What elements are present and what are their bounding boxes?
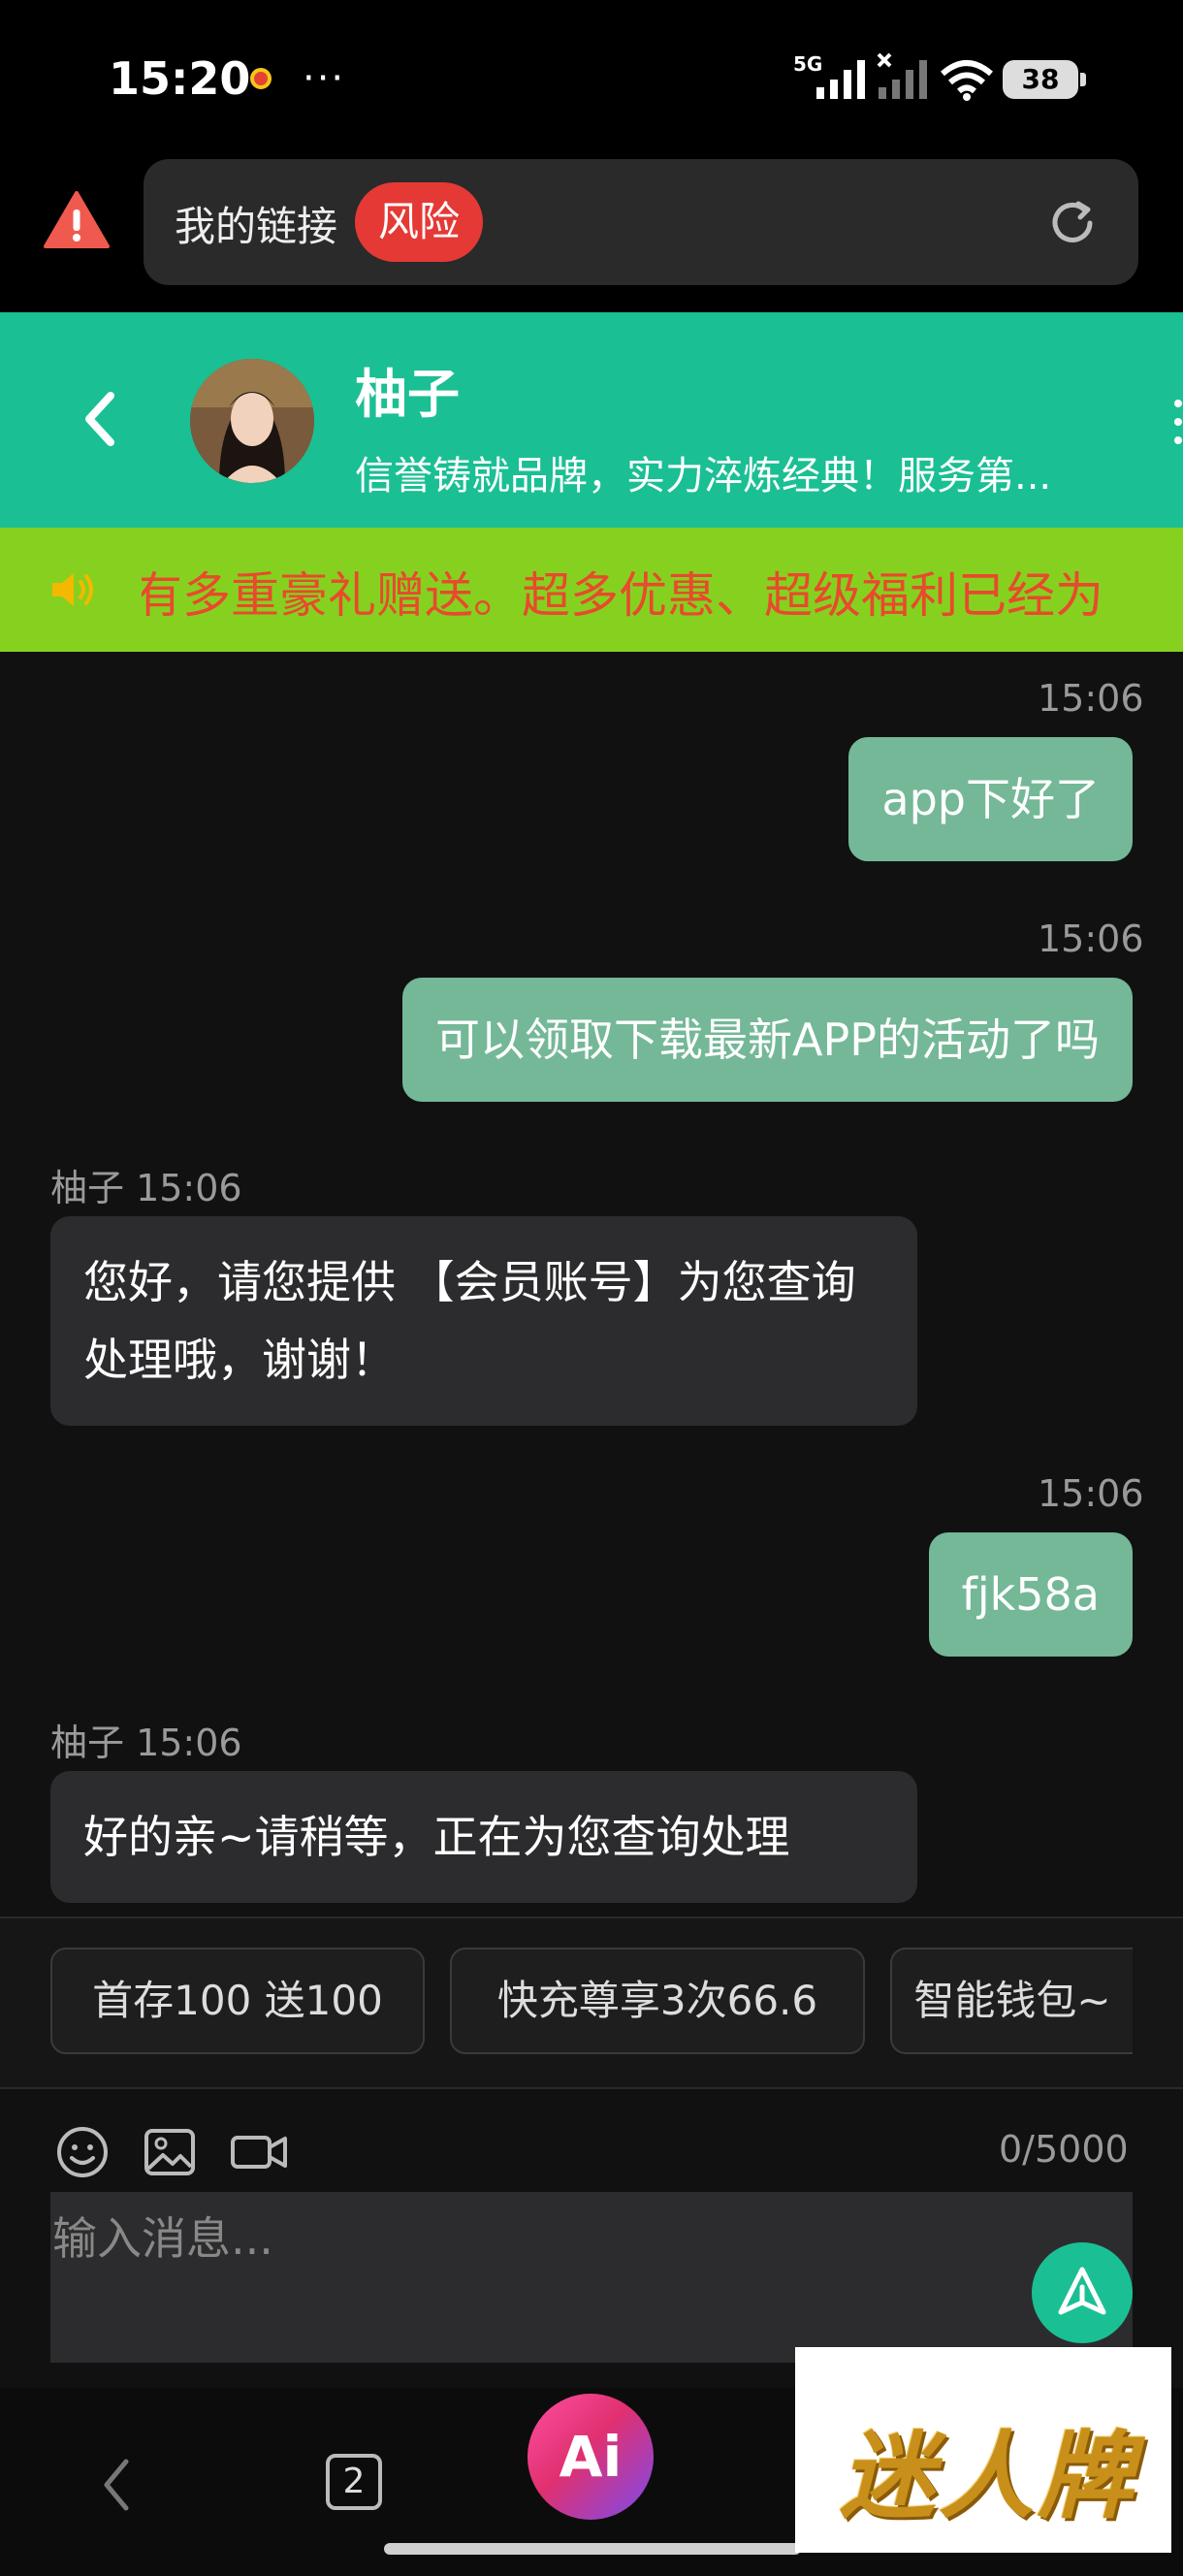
wifi-icon (941, 60, 993, 101)
speaker-icon (52, 573, 93, 606)
nav-back-icon[interactable] (97, 2456, 136, 2514)
more-icon[interactable] (1173, 398, 1183, 446)
back-icon[interactable] (78, 388, 124, 450)
announcement-marquee: 有多重豪礼赠送。超多优惠、超级福利已经为 (0, 528, 1183, 652)
outgoing-message[interactable]: app下好了 (848, 737, 1133, 861)
sender-time: 柚子 15:06 (50, 1722, 242, 1764)
url-text: 我的链接 (175, 203, 338, 250)
home-indicator[interactable] (384, 2543, 801, 2555)
char-count: 0/5000 (999, 2128, 1129, 2171)
quick-reply-chip[interactable]: 首存100 送100 (50, 1948, 425, 2054)
marquee-text: 有多重豪礼赠送。超多优惠、超级福利已经为 (142, 567, 1103, 624)
avatar[interactable] (190, 359, 314, 483)
watermark: 迷人牌 (795, 2347, 1171, 2553)
composer: 0/5000 (0, 2089, 1183, 2388)
signal-no-service-icon (877, 52, 927, 99)
sender-time: 柚子 15:06 (50, 1167, 242, 1209)
send-button[interactable] (1032, 2242, 1133, 2343)
message-time: 15:06 (1038, 918, 1144, 960)
status-time: 15:20 (109, 52, 251, 105)
quick-reply-chip[interactable]: 智能钱包~ (890, 1948, 1133, 2054)
warning-icon[interactable] (43, 190, 111, 250)
notification-app-icon (250, 68, 272, 89)
watermark-text: 迷人牌 (840, 2422, 1137, 2532)
risk-badge: 风险 (355, 182, 483, 262)
image-icon[interactable] (142, 2124, 198, 2180)
refresh-icon[interactable] (1045, 196, 1100, 250)
incoming-message[interactable]: 您好，请您提供 【会员账号】为您查询处理哦，谢谢！ (50, 1216, 917, 1426)
signal-icon (816, 60, 865, 99)
outgoing-message[interactable]: fjk58a (928, 1532, 1133, 1657)
contact-name: 柚子 (355, 364, 460, 425)
message-list[interactable]: 15:06 app下好了 15:06 可以领取下载最新APP的活动了吗 柚子 1… (0, 652, 1183, 1916)
ai-button[interactable]: Ai (528, 2394, 654, 2520)
quick-reply-bar: 首存100 送100 快充尊享3次66.6 智能钱包~ (0, 1916, 1183, 2089)
message-time: 15:06 (1038, 1472, 1144, 1515)
quick-reply-chip[interactable]: 快充尊享3次66.6 (450, 1948, 865, 2054)
tabs-button[interactable]: 2 (326, 2454, 382, 2510)
video-icon[interactable] (229, 2124, 291, 2180)
contact-subtitle: 信誉铸就品牌，实力淬炼经典！服务第... (355, 454, 1052, 499)
status-indicators: 5G 38 (793, 50, 1086, 101)
status-overflow: ··· (303, 56, 346, 101)
battery-indicator: 38 (1003, 60, 1086, 99)
marquee-clip: 有多重豪礼赠送。超多优惠、超级福利已经为 (142, 528, 1183, 652)
browser-bar: 我的链接 风险 (0, 155, 1183, 312)
message-input[interactable] (50, 2192, 1133, 2363)
chat-header: 柚子 信誉铸就品牌，实力淬炼经典！服务第... (0, 312, 1183, 528)
status-bar: 15:20 ··· 5G 38 (0, 0, 1183, 155)
send-icon (1058, 2267, 1106, 2315)
outgoing-message[interactable]: 可以领取下载最新APP的活动了吗 (402, 978, 1133, 1102)
incoming-message[interactable]: 好的亲~请稍等，正在为您查询处理 (50, 1771, 917, 1903)
emoji-icon[interactable] (54, 2124, 111, 2180)
message-time: 15:06 (1038, 677, 1144, 720)
address-bar[interactable]: 我的链接 风险 (144, 159, 1138, 285)
